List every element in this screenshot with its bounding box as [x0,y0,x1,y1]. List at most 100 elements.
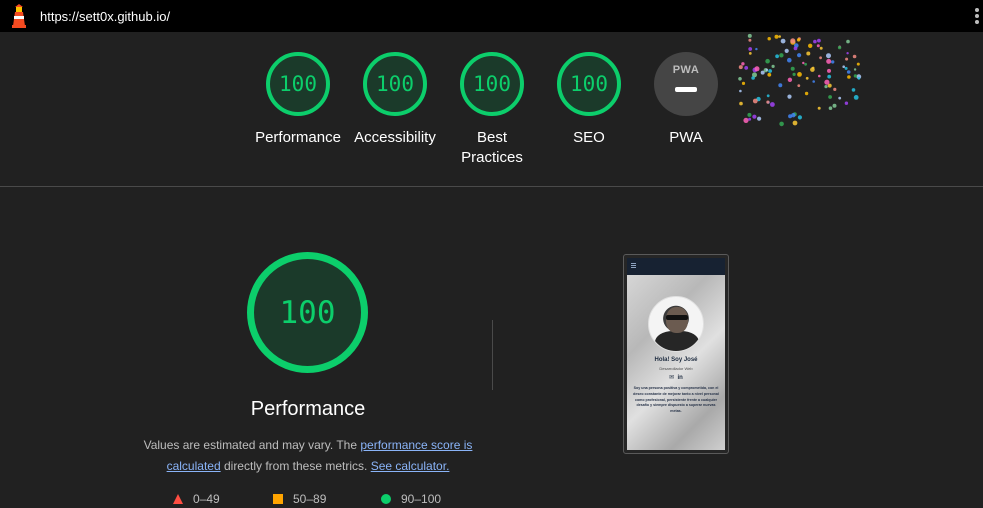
confetti-dot [768,69,772,73]
confetti-dot [853,95,859,100]
gauge-label: Best Practices [461,129,523,166]
confetti-dot [739,101,743,106]
confetti-dot [797,84,801,87]
pwa-dash [675,87,697,92]
screenshot-role: Desarrollador Web [659,366,693,371]
mail-icon: ✉ [669,375,675,381]
confetti-dot [748,117,752,121]
confetti-dot [806,51,811,56]
confetti-dot [744,66,749,70]
confetti-dot [748,38,752,42]
avatar [648,296,704,352]
confetti-dot [819,56,822,60]
confetti-dot [813,39,817,44]
confetti-dot [751,76,755,80]
confetti-dot [771,64,775,68]
performance-title: Performance [250,398,366,420]
confetti-dot [787,77,793,82]
gauge-best-practices[interactable]: 100 Best Practices [447,52,537,168]
confetti-dot [752,114,757,119]
confetti-dot [833,87,837,91]
confetti-dot [787,94,792,99]
performance-score-value: 100 [279,294,336,331]
confetti-dot [827,74,832,79]
confetti-dot [796,38,801,42]
confetti-dot [826,53,831,59]
pass-circle-icon [381,494,391,504]
page-url[interactable]: https://sett0x.github.io/ [40,9,170,24]
confetti-dot [851,88,856,92]
confetti-dot [788,114,793,119]
confetti-dot [811,66,815,70]
confetti-dot [741,81,746,85]
confetti-dot [816,44,820,48]
confetti-dot [852,54,857,59]
legend-range: 0–49 [193,492,220,506]
confetti-dot [739,89,742,93]
score-value: 100 [570,72,608,96]
score-ring: 100 [266,52,330,116]
page-screenshot-thumbnail[interactable]: Hola! Soy José Desarrollador Web ✉ in So… [623,254,729,454]
gauge-seo[interactable]: 100 SEO [544,52,634,148]
confetti-dot [765,68,768,72]
score-value: 100 [279,72,317,96]
confetti-dot [793,46,798,51]
legend-fail: 0–49 [173,492,220,506]
fail-triangle-icon [173,494,183,504]
pwa-badge-icon: PWA [654,52,718,116]
confetti-dot [808,43,813,48]
legend-pass: 90–100 [381,492,441,506]
confetti-dot [847,75,851,79]
confetti-dot [741,62,745,66]
confetti-decoration [738,33,862,127]
confetti-dot [778,35,781,38]
confetti-dot [752,98,758,104]
score-value: 100 [473,72,511,96]
confetti-dot [774,34,779,39]
confetti-dot [844,66,848,70]
screenshot-screen: Hola! Soy José Desarrollador Web ✉ in So… [627,258,725,450]
confetti-dot [743,117,749,123]
browser-topbar: https://sett0x.github.io/ [0,0,983,32]
kebab-menu-icon[interactable] [974,8,980,24]
legend-average: 50–89 [273,492,326,506]
pwa-badge-text: PWA [672,64,700,76]
hamburger-icon [631,265,636,266]
confetti-dot [846,70,851,74]
confetti-dot [738,77,742,81]
confetti-dot [792,120,798,126]
confetti-dot [797,72,802,77]
confetti-dot [838,96,842,100]
confetti-dot [846,52,849,55]
confetti-dot [767,37,771,41]
confetti-dot [853,74,858,78]
score-value: 100 [376,72,414,96]
confetti-dot [827,68,831,73]
confetti-dot [832,103,837,108]
confetti-dot [856,62,860,66]
lighthouse-icon [12,4,26,28]
confetti-dot [831,60,835,64]
confetti-dot [765,58,770,64]
gauge-accessibility[interactable]: 100 Accessibility [350,52,440,148]
confetti-dot [842,65,845,68]
see-calculator-link[interactable]: See calculator. [371,459,450,473]
confetti-dot [804,91,809,96]
screenshot-name: Hola! Soy José [654,357,698,363]
confetti-dot [766,100,770,104]
performance-score-gauge: 100 [247,252,368,373]
confetti-dot [755,47,758,51]
confetti-dot [857,76,861,80]
confetti-dot [790,66,795,71]
average-square-icon [273,494,283,504]
gauge-label: PWA [669,129,703,146]
gauge-pwa[interactable]: PWA PWA [641,52,731,148]
confetti-dot [790,38,796,44]
confetti-dot [766,94,770,98]
score-ring: 100 [363,52,427,116]
confetti-dot [853,68,857,71]
confetti-dot [837,45,842,50]
confetti-dot [779,53,784,58]
gauge-performance[interactable]: 100 Performance [253,52,343,148]
confetti-dot [818,74,821,78]
